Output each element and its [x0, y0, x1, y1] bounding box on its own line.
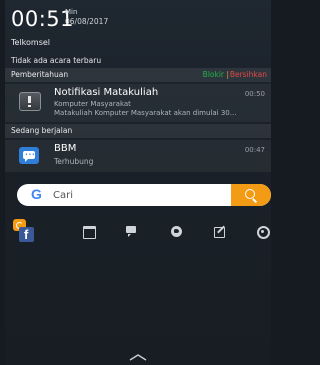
- clock-date: 06/08/2017: [65, 17, 109, 26]
- notifications-header: Pemberitahuan Blokir | Bersihkan: [5, 68, 271, 82]
- bbm-icon: •••: [19, 147, 39, 164]
- header-separator: |: [226, 70, 229, 79]
- settings-icon[interactable]: [255, 223, 271, 239]
- ongoing-item[interactable]: ••• BBM Terhubung 00:47: [5, 140, 271, 172]
- search-bar[interactable]: G: [17, 184, 271, 206]
- notification-shade: 00:51 Min 06/08/2017 Telkomsel Tidak ada…: [5, 0, 271, 365]
- ongoing-title-text: BBM: [54, 143, 77, 154]
- ongoing-header: Sedang berjalan: [5, 124, 271, 138]
- alert-icon: [19, 92, 41, 111]
- notification-item[interactable]: Notifikasi Matakuliah Komputer Masyaraka…: [5, 84, 271, 122]
- clear-button[interactable]: Bersihkan: [230, 70, 267, 79]
- edit-icon[interactable]: [212, 223, 228, 239]
- window-icon[interactable]: [81, 223, 97, 239]
- ongoing-subtitle: Terhubung: [54, 157, 94, 166]
- ongoing-time: 00:47: [244, 146, 265, 154]
- notification-body: Matakuliah Komputer Masyarakat akan dimu…: [54, 109, 237, 117]
- ongoing-title: Sedang berjalan: [11, 126, 73, 135]
- no-events-text: Tidak ada acara terbaru: [11, 56, 102, 65]
- notifications-title: Pemberitahuan: [11, 70, 69, 79]
- search-input[interactable]: [53, 184, 223, 206]
- notification-title: Notifikasi Matakuliah: [54, 87, 159, 98]
- google-icon: G: [31, 186, 42, 202]
- carrier-name: Telkomsel: [11, 38, 51, 47]
- chat-icon[interactable]: [124, 223, 140, 239]
- block-button[interactable]: Blokir: [203, 70, 224, 79]
- quick-launch-bar: f: [5, 219, 271, 243]
- search-button[interactable]: [231, 184, 271, 206]
- clock-day: Min: [65, 8, 78, 16]
- notification-subtitle: Komputer Masyarakat: [54, 100, 131, 108]
- collapse-handle-icon[interactable]: [128, 352, 148, 362]
- notification-time: 00:50: [244, 90, 265, 98]
- facebook-icon[interactable]: f: [13, 219, 35, 243]
- globe-icon[interactable]: [169, 223, 185, 239]
